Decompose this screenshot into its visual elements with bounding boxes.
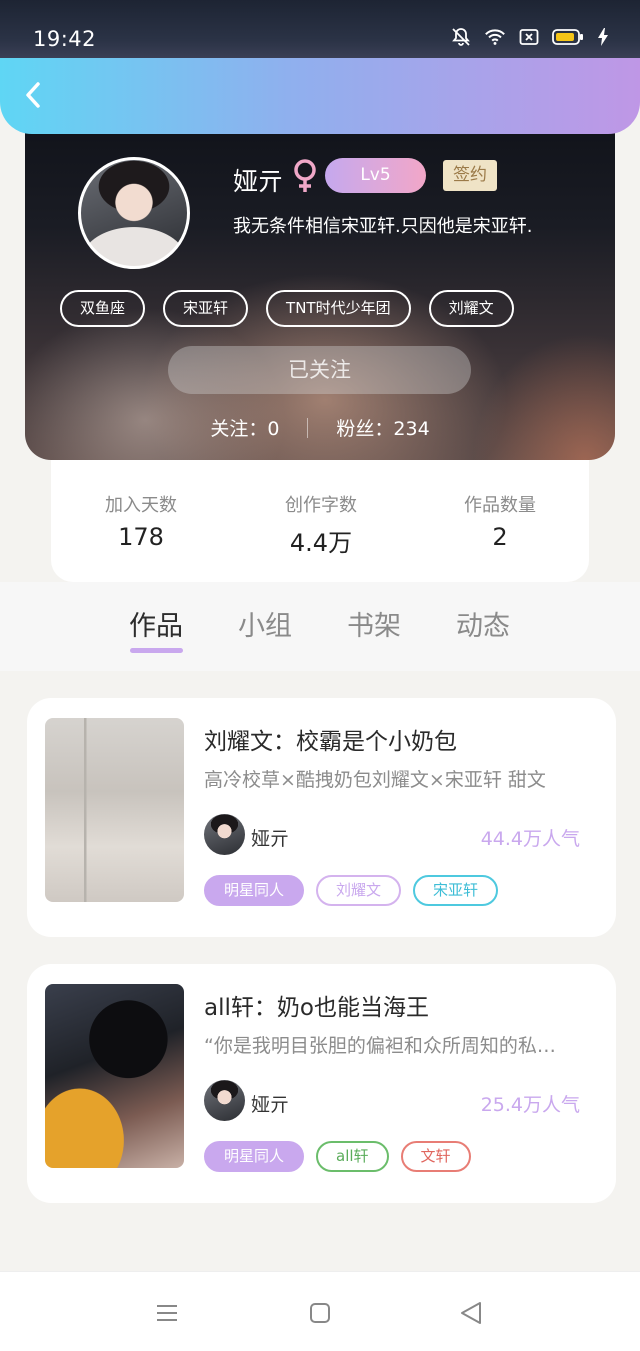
home-square-icon[interactable] <box>305 1298 335 1328</box>
author-name[interactable]: 娅亓 <box>251 1090 289 1117</box>
menu-icon[interactable] <box>152 1298 182 1328</box>
tab-bookshelf[interactable]: 书架 <box>347 604 401 643</box>
work-cover-image[interactable] <box>45 718 184 902</box>
profile-tag[interactable]: 刘耀文 <box>428 290 514 327</box>
author-avatar[interactable] <box>204 814 245 855</box>
profile-avatar[interactable] <box>78 157 190 269</box>
system-nav-bar <box>0 1271 640 1351</box>
work-title[interactable]: all轩：奶o也能当海王 <box>204 988 429 1022</box>
work-tags: 明星同人 all轩 文轩 <box>204 1141 471 1172</box>
work-tag[interactable]: all轩 <box>316 1141 389 1172</box>
tab-works[interactable]: 作品 <box>129 604 183 643</box>
stat-value: 2 <box>492 523 508 551</box>
work-cover-image[interactable] <box>45 984 184 1168</box>
stat-works-count: 作品数量 2 <box>410 491 590 551</box>
stat-join-days: 加入天数 178 <box>51 491 231 551</box>
author-avatar[interactable] <box>204 1080 245 1121</box>
stats-card: 加入天数 178 创作字数 4.4万 作品数量 2 <box>51 455 589 582</box>
back-triangle-icon[interactable] <box>456 1298 486 1328</box>
work-tag[interactable]: 刘耀文 <box>316 875 402 906</box>
status-bar: 19:42 <box>0 0 640 58</box>
profile-tag[interactable]: TNT时代少年团 <box>266 290 411 327</box>
work-card[interactable]: 刘耀文：校霸是个小奶包 高冷校草×酷拽奶包刘耀文×宋亚轩 甜文 娅亓 44.4万… <box>27 698 616 937</box>
wifi-icon <box>484 26 506 48</box>
work-tag[interactable]: 明星同人 <box>204 1141 305 1172</box>
stat-label: 作品数量 <box>464 495 536 516</box>
work-title[interactable]: 刘耀文：校霸是个小奶包 <box>204 722 457 756</box>
author-name[interactable]: 娅亓 <box>251 824 289 851</box>
profile-tag[interactable]: 双鱼座 <box>60 290 146 327</box>
stat-label: 创作字数 <box>285 495 357 516</box>
work-tag[interactable]: 文轩 <box>400 1141 471 1172</box>
follow-button[interactable]: 已关注 <box>168 346 471 394</box>
work-description: “你是我明目张胆的偏袒和众所周知的私… <box>204 1035 556 1057</box>
profile-tags: 双鱼座 宋亚轩 TNT时代少年团 刘耀文 <box>60 290 514 327</box>
work-tag[interactable]: 明星同人 <box>204 875 305 906</box>
follow-counts: 关注：0 粉丝：234 <box>25 414 615 441</box>
divider <box>307 417 309 438</box>
battery-icon <box>552 26 584 48</box>
active-tab-indicator <box>130 648 183 653</box>
work-card[interactable]: all轩：奶o也能当海王 “你是我明目张胆的偏袒和众所周知的私… 娅亓 25.4… <box>27 964 616 1203</box>
stat-value: 4.4万 <box>289 529 353 557</box>
tab-activity[interactable]: 动态 <box>456 604 510 643</box>
chevron-left-icon <box>26 82 40 108</box>
fans-count[interactable]: 粉丝：234 <box>336 414 429 441</box>
status-icons <box>450 26 610 48</box>
work-popularity: 44.4万人气 <box>480 828 580 850</box>
signed-badge: 签约 <box>443 160 497 191</box>
bell-muted-icon <box>450 26 472 48</box>
work-tag[interactable]: 宋亚轩 <box>413 875 499 906</box>
close-box-icon <box>518 26 540 48</box>
stat-word-count: 创作字数 4.4万 <box>231 491 411 558</box>
following-count[interactable]: 关注：0 <box>210 414 279 441</box>
profile-card: 娅亓 Lv5 签约 我无条件相信宋亚轩.只因他是宋亚轩. 双鱼座 宋亚轩 TNT… <box>25 100 615 460</box>
profile-tag[interactable]: 宋亚轩 <box>163 290 249 327</box>
level-badge: Lv5 <box>325 158 426 193</box>
profile-name: 娅亓 <box>233 167 284 196</box>
status-time: 19:42 <box>33 27 97 51</box>
profile-bio: 我无条件相信宋亚轩.只因他是宋亚轩. <box>233 216 533 237</box>
work-tags: 明星同人 刘耀文 宋亚轩 <box>204 875 499 906</box>
work-description: 高冷校草×酷拽奶包刘耀文×宋亚轩 甜文 <box>204 769 546 791</box>
stat-label: 加入天数 <box>105 495 177 516</box>
charging-icon <box>596 26 610 48</box>
female-gender-icon <box>294 159 316 192</box>
stat-value: 178 <box>118 523 164 551</box>
work-popularity: 25.4万人气 <box>480 1094 580 1116</box>
content-tabs: 作品 小组 书架 动态 <box>0 582 640 671</box>
back-button[interactable] <box>18 78 48 112</box>
tab-groups[interactable]: 小组 <box>238 604 292 643</box>
